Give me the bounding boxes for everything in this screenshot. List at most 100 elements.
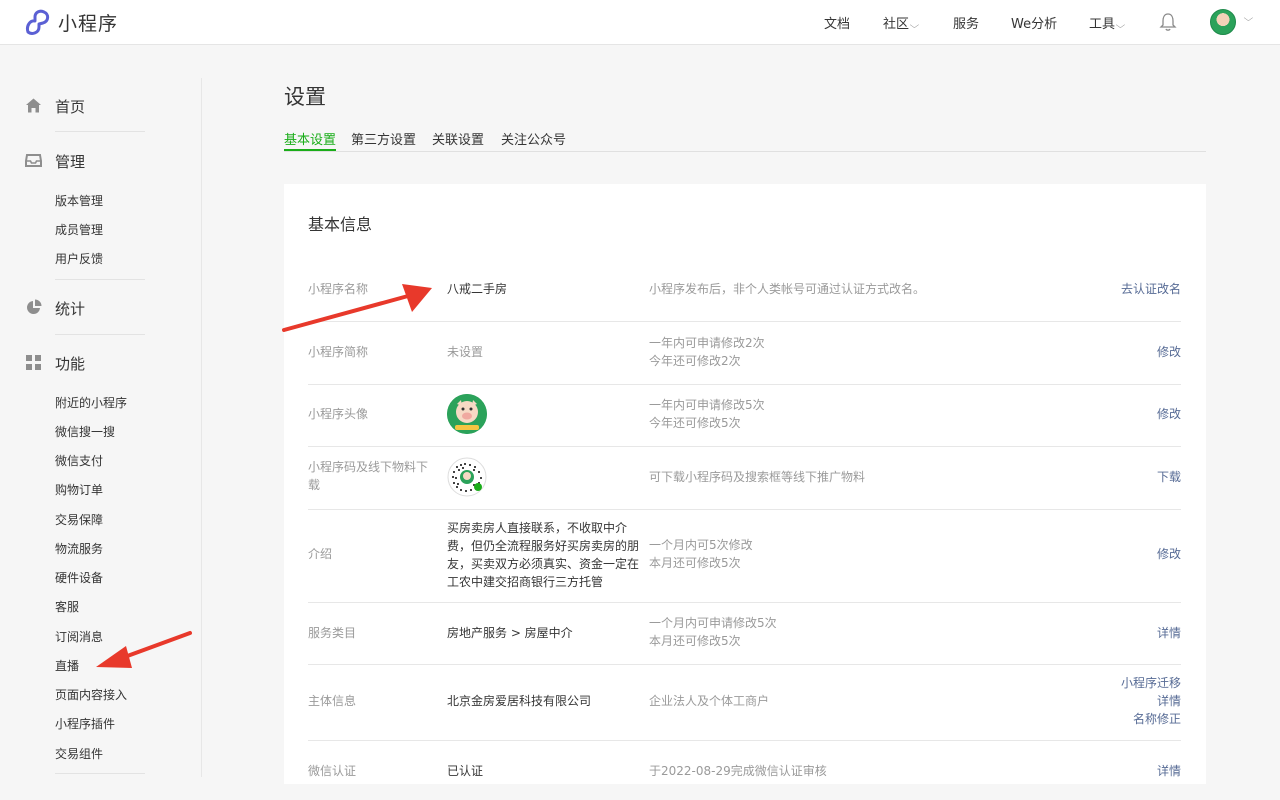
pie-chart-icon xyxy=(27,299,42,314)
info-row-intro: 介绍 买房卖房人直接联系，不收取中介 费，但仍全流程服务好买房卖房的朋 友，买卖… xyxy=(308,509,1181,603)
row-note: 一个月内可申请修改5次 xyxy=(649,616,777,630)
top-bar: 小程序 文档 社区⌵ 服务 We分析 工具⌵ ⌵ xyxy=(0,0,1280,45)
intro-line: 买房卖房人直接联系，不收取中介 xyxy=(447,521,628,535)
intro-line: 费，但仍全流程服务好买房卖房的朋 xyxy=(447,539,640,553)
sidebar-divider xyxy=(55,773,145,774)
sidebar-item-home[interactable]: 首页 xyxy=(55,96,85,117)
sidebar-item-statistics[interactable]: 统计 xyxy=(55,298,85,319)
row-label: 介绍 xyxy=(308,547,333,561)
download-link[interactable]: 下载 xyxy=(1157,468,1181,486)
grid-icon xyxy=(26,355,41,370)
intro-line: 工农中建交招商银行三方托管 xyxy=(447,575,604,589)
sidebar-item-shopping-orders[interactable]: 购物订单 xyxy=(55,481,103,498)
user-avatar[interactable] xyxy=(1210,9,1236,35)
sidebar-item-user-feedback[interactable]: 用户反馈 xyxy=(55,250,103,267)
row-value: 八戒二手房 xyxy=(447,282,508,296)
pig-mascot-icon xyxy=(447,394,487,434)
sidebar-divider xyxy=(55,131,145,132)
row-value: 房地产服务 > 房屋中介 xyxy=(447,626,573,640)
sidebar-item-version-management[interactable]: 版本管理 xyxy=(55,192,103,209)
row-note: 于2022-08-29完成微信认证审核 xyxy=(649,764,827,778)
row-label: 小程序名称 xyxy=(308,282,369,296)
name-correction-link[interactable]: 名称修正 xyxy=(1121,710,1181,728)
row-label: 小程序码及线下物料下 xyxy=(308,460,429,474)
tab-linked-settings[interactable]: 关联设置 xyxy=(432,129,484,148)
nav-services[interactable]: 服务 xyxy=(953,13,979,32)
sidebar-item-page-content[interactable]: 页面内容接入 xyxy=(55,686,127,703)
row-note-secondary: 今年还可修改2次 xyxy=(649,354,741,368)
sidebar-item-plugins[interactable]: 小程序插件 xyxy=(55,715,115,732)
row-label: 服务类目 xyxy=(308,626,357,640)
sidebar-divider xyxy=(55,334,145,335)
row-label: 主体信息 xyxy=(308,694,357,708)
row-note-secondary: 本月还可修改5次 xyxy=(649,634,741,648)
sidebar-item-member-management[interactable]: 成员管理 xyxy=(55,221,103,238)
modify-link[interactable]: 修改 xyxy=(1157,343,1181,361)
row-value: 北京金房爱居科技有限公司 xyxy=(447,694,592,708)
bell-icon[interactable] xyxy=(1159,12,1177,32)
sidebar-item-customer-service[interactable]: 客服 xyxy=(55,598,79,615)
info-row-entity: 主体信息 北京金房爱居科技有限公司 企业法人及个体工商户 小程序迁移 详情 名称… xyxy=(308,664,1181,741)
info-row-avatar: 小程序头像 一年内可申请修改5次 今年还可修改5次 修改 xyxy=(308,384,1181,447)
modify-link[interactable]: 修改 xyxy=(1157,405,1181,423)
settings-tabs: 基本设置 第三方设置 关联设置 关注公众号 xyxy=(284,127,1206,152)
inbox-icon xyxy=(25,154,42,167)
row-label: 小程序头像 xyxy=(308,407,369,421)
basic-info-card: 基本信息 小程序名称 八戒二手房 小程序发布后，非个人类帐号可通过认证方式改名。… xyxy=(284,184,1206,784)
row-note: 一年内可申请修改2次 xyxy=(649,336,765,350)
mini-program-logo-icon[interactable] xyxy=(24,8,52,36)
sidebar-item-live-streaming[interactable]: 直播 xyxy=(55,657,79,674)
brand-name[interactable]: 小程序 xyxy=(58,9,118,36)
chevron-down-icon[interactable]: ⌵ xyxy=(1244,14,1254,24)
row-value: 未设置 xyxy=(447,345,484,359)
sidebar-item-trade-components[interactable]: 交易组件 xyxy=(55,745,103,762)
row-note-secondary: 本月还可修改5次 xyxy=(649,556,741,570)
modify-link[interactable]: 修改 xyxy=(1157,545,1181,563)
row-label: 小程序简称 xyxy=(308,345,369,359)
intro-line: 友，买卖双方必须真实、资金一定在 xyxy=(447,557,640,571)
sidebar-item-wechat-search[interactable]: 微信搜一搜 xyxy=(55,423,115,440)
chevron-down-icon: ⌵ xyxy=(909,21,920,31)
details-link[interactable]: 详情 xyxy=(1157,624,1181,642)
migrate-mini-program-link[interactable]: 小程序迁移 xyxy=(1121,674,1181,692)
nav-we-analytics[interactable]: We分析 xyxy=(1011,13,1057,32)
nav-tools[interactable]: 工具⌵ xyxy=(1089,13,1126,32)
tab-third-party-settings[interactable]: 第三方设置 xyxy=(351,129,416,148)
details-link[interactable]: 详情 xyxy=(1157,762,1181,780)
nav-community[interactable]: 社区⌵ xyxy=(883,13,920,32)
home-icon xyxy=(26,98,41,113)
sidebar-item-nearby-mini-programs[interactable]: 附近的小程序 xyxy=(55,394,127,411)
row-note: 小程序发布后，非个人类帐号可通过认证方式改名。 xyxy=(649,282,926,296)
sidebar-divider xyxy=(201,78,202,777)
mini-program-code xyxy=(447,457,487,497)
sidebar-item-features[interactable]: 功能 xyxy=(55,353,85,374)
tab-follow-official-account[interactable]: 关注公众号 xyxy=(501,129,566,148)
row-note: 一年内可申请修改5次 xyxy=(649,398,765,412)
qr-code-icon xyxy=(447,457,487,497)
info-row-name: 小程序名称 八戒二手房 小程序发布后，非个人类帐号可通过认证方式改名。 去认证改… xyxy=(308,259,1181,322)
mini-program-avatar xyxy=(447,394,487,434)
row-label-continued: 载 xyxy=(308,478,321,492)
info-row-verification: 微信认证 已认证 于2022-08-29完成微信认证审核 详情 xyxy=(308,740,1181,800)
active-tab-indicator xyxy=(284,149,336,151)
details-link[interactable]: 详情 xyxy=(1121,692,1181,710)
sidebar-item-trade-protection[interactable]: 交易保障 xyxy=(55,511,103,528)
nav-docs[interactable]: 文档 xyxy=(824,13,850,32)
verify-rename-link[interactable]: 去认证改名 xyxy=(1121,280,1181,298)
sidebar-item-logistics[interactable]: 物流服务 xyxy=(55,540,103,557)
info-row-short-name: 小程序简称 未设置 一年内可申请修改2次 今年还可修改2次 修改 xyxy=(308,321,1181,385)
row-value: 已认证 xyxy=(447,764,484,778)
sidebar-item-manage[interactable]: 管理 xyxy=(55,151,85,172)
row-note: 企业法人及个体工商户 xyxy=(649,694,770,708)
chevron-down-icon: ⌵ xyxy=(1115,21,1126,31)
row-label: 微信认证 xyxy=(308,764,357,778)
section-title: 基本信息 xyxy=(308,215,373,234)
tab-basic-settings[interactable]: 基本设置 xyxy=(284,129,336,148)
sidebar-item-subscription-messages[interactable]: 订阅消息 xyxy=(55,628,103,645)
sidebar-divider xyxy=(55,279,145,280)
info-row-category: 服务类目 房地产服务 > 房屋中介 一个月内可申请修改5次 本月还可修改5次 详… xyxy=(308,602,1181,665)
sidebar-item-hardware[interactable]: 硬件设备 xyxy=(55,569,103,586)
row-note-secondary: 今年还可修改5次 xyxy=(649,416,741,430)
sidebar-item-wechat-pay[interactable]: 微信支付 xyxy=(55,452,103,469)
info-row-qrcode: 小程序码及线下物料下 载 可下载小程序码及搜索框等线下推广物料 下载 xyxy=(308,446,1181,510)
